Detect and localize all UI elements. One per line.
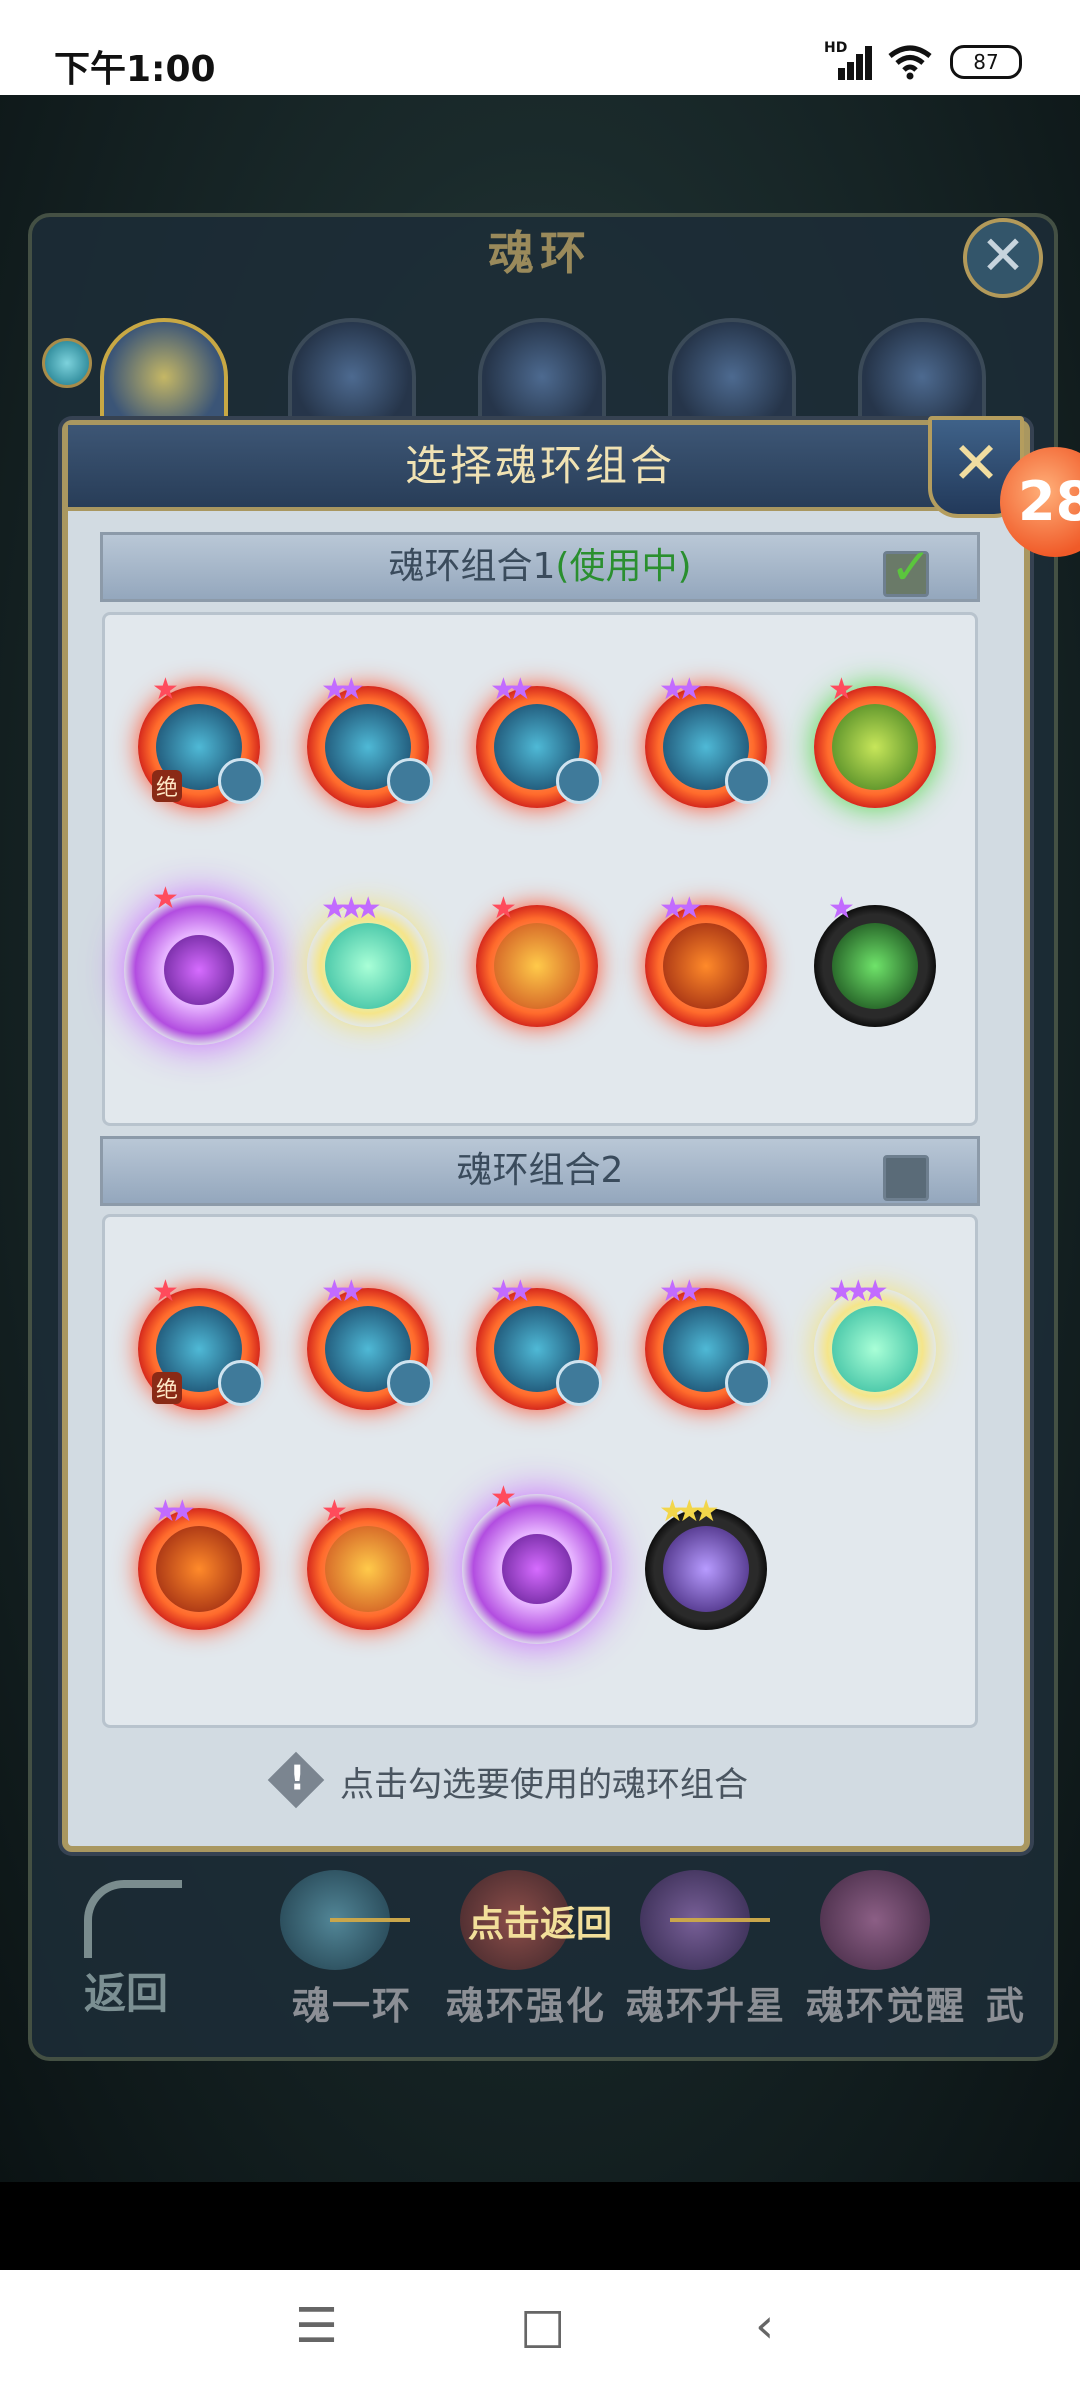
jue-badge: 绝: [152, 1372, 183, 1404]
tab-martial[interactable]: 武: [986, 1975, 1026, 2030]
combo-2-checkbox[interactable]: [883, 1155, 929, 1201]
soul-ring[interactable]: ★: [124, 881, 274, 1045]
soul-ring[interactable]: ★★: [645, 1274, 771, 1410]
combo-1-name: 魂环组合1: [388, 546, 556, 587]
soul-ring[interactable]: ★★: [645, 891, 767, 1027]
soul-ring[interactable]: ★★: [476, 1274, 602, 1410]
home-icon[interactable]: □: [520, 2298, 565, 2354]
back-nav-icon[interactable]: ‹: [755, 2298, 774, 2354]
soul-ring-window-title: 魂环: [488, 226, 592, 280]
system-nav-bar: ☰ □ ‹: [0, 2270, 1080, 2400]
soul-ring-window-close-button[interactable]: ✕: [963, 218, 1043, 298]
jewel-ornament: [42, 338, 92, 388]
tab-upgrade-star[interactable]: 魂环升星: [626, 1975, 786, 2030]
soul-ring[interactable]: ★★: [307, 672, 433, 808]
clock: 下午1:00: [54, 49, 216, 90]
soul-ring[interactable]: ★★: [645, 672, 771, 808]
soul-ring[interactable]: ★: [462, 1480, 612, 1644]
soul-ring[interactable]: ★ 绝: [138, 672, 264, 808]
status-bar: 下午1:00 HD 87: [0, 0, 1080, 95]
tab-awaken[interactable]: 魂环觉醒: [806, 1975, 966, 2030]
soul-ring[interactable]: ★★★: [645, 1494, 767, 1630]
soul-ring[interactable]: ★: [814, 891, 936, 1027]
combo-1-checkbox[interactable]: ✓: [883, 538, 932, 597]
soul-ring-slot-4[interactable]: [668, 318, 796, 436]
back-arrow-icon: [84, 1880, 182, 1958]
combo-1-status: (使用中): [555, 546, 692, 587]
soul-ring[interactable]: ★★: [138, 1494, 260, 1630]
soul-ring[interactable]: ★: [476, 891, 598, 1027]
tab-art-awaken: [820, 1870, 930, 1970]
soul-ring[interactable]: ★ 绝: [138, 1274, 264, 1410]
soul-ring[interactable]: ★★★: [814, 1274, 936, 1410]
tab-enhance[interactable]: 魂环强化: [446, 1975, 606, 2030]
jue-badge: 绝: [152, 770, 183, 802]
combo-2-name: 魂环组合2: [456, 1150, 624, 1191]
tab-soul-ring[interactable]: 魂一环: [292, 1975, 412, 2030]
selection-tip: 点击勾选要使用的魂环组合: [340, 1765, 748, 1805]
battery-icon: 87: [950, 45, 1022, 79]
soul-ring[interactable]: ★★★: [307, 891, 429, 1027]
soul-ring-slot-3[interactable]: [478, 318, 606, 436]
network-type: HD: [824, 40, 848, 56]
soul-ring-slot-2[interactable]: [288, 318, 416, 436]
tap-to-return-hint[interactable]: 点击返回: [380, 1895, 700, 1947]
combo-2-header[interactable]: 魂环组合2: [100, 1136, 980, 1206]
soul-ring[interactable]: ★: [814, 672, 936, 808]
soul-ring[interactable]: ★★: [476, 672, 602, 808]
soul-ring-slot-1[interactable]: [100, 318, 228, 436]
battery-level: 87: [973, 50, 999, 74]
back-button[interactable]: 返回: [84, 1960, 168, 2021]
soul-ring[interactable]: ★★: [307, 1274, 433, 1410]
letterbox-band: [0, 2182, 1080, 2270]
menu-icon[interactable]: ☰: [295, 2298, 338, 2354]
soul-ring[interactable]: ★: [307, 1494, 429, 1630]
signal-icon: HD: [824, 40, 872, 80]
combo-1-header[interactable]: 魂环组合1(使用中) ✓: [100, 532, 980, 602]
dialog-title: 选择魂环组合: [404, 441, 675, 490]
wifi-icon: [888, 45, 932, 80]
check-icon: ✓: [890, 538, 932, 596]
